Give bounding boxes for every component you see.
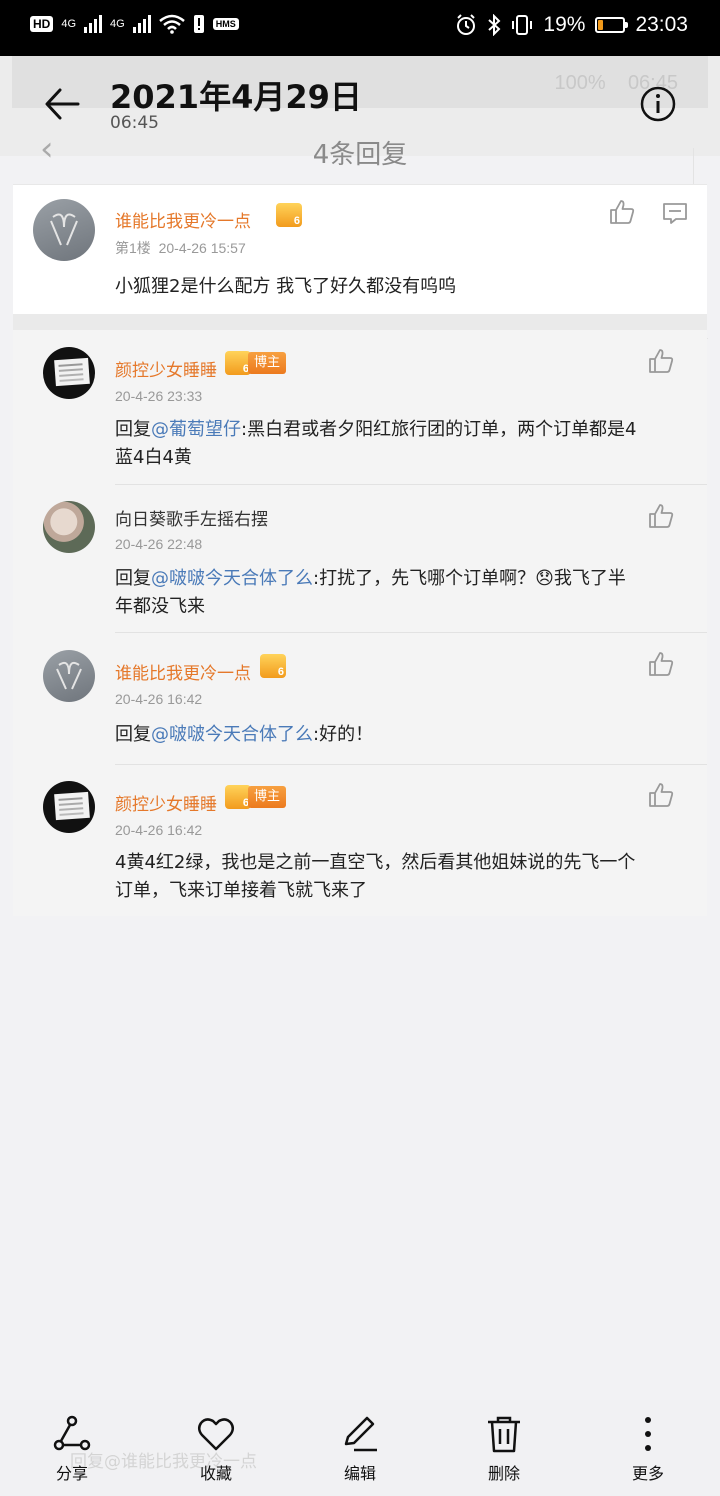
avatar[interactable] [33, 199, 95, 261]
signal-icon [84, 15, 103, 33]
reply-content: 回复@啵啵今天合体了么:好的！ [115, 724, 374, 745]
mention-link[interactable]: @啵啵今天合体了么 [151, 568, 313, 589]
reply-timestamp: 20-4-26 16:42 [115, 691, 203, 707]
alarm-icon [457, 14, 476, 35]
battery-icon [595, 17, 629, 33]
signal-label-2: 4G [110, 18, 125, 30]
vip-crown-icon [260, 654, 286, 678]
mention-link[interactable]: @啵啵今天合体了么 [151, 724, 313, 745]
trash-icon [488, 1416, 520, 1453]
share-label: 分享 [55, 1464, 88, 1483]
photo-time: 06:45 [110, 113, 159, 133]
divider [115, 764, 707, 765]
vibrate-icon [512, 15, 533, 35]
status-time: 23:03 [635, 13, 688, 36]
username[interactable]: 谁能比我更冷一点 [115, 659, 251, 684]
reply-content: 回复@啵啵今天合体了么:打扰了，先飞哪个订单啊？😞我飞了半 年都没飞来 [115, 568, 626, 617]
info-icon[interactable] [640, 86, 676, 122]
battery-percent: 19% [543, 13, 586, 36]
status-bar: HD 4G 4G HMS 19% 23:03 [0, 0, 720, 56]
reply-timestamp: 20-4-26 16:42 [115, 822, 203, 838]
edit-button[interactable]: 编辑 [315, 1414, 405, 1484]
avatar[interactable] [43, 501, 95, 553]
username[interactable]: 颜控少女睡睡 [115, 356, 217, 381]
photo-date: 2021年4月29日 [110, 78, 362, 116]
delete-button[interactable]: 删除 [459, 1414, 549, 1484]
divider [115, 484, 707, 485]
like-icon[interactable] [647, 650, 675, 678]
bluetooth-icon [488, 14, 501, 36]
avatar[interactable] [43, 781, 95, 833]
signal-label: 4G [61, 18, 77, 30]
more-button[interactable]: 更多 [603, 1414, 693, 1484]
mention-link[interactable]: @葡萄望仔 [151, 419, 241, 440]
comment-meta: 第1楼 20-4-26 15:57 [115, 240, 246, 256]
edit-label: 编辑 [343, 1464, 376, 1483]
section-separator [13, 314, 707, 330]
hd-badge: HD [30, 16, 54, 32]
like-icon[interactable] [647, 502, 675, 530]
divider [115, 632, 707, 633]
share-button[interactable]: 分享 [27, 1414, 117, 1484]
favorite-button[interactable]: 收藏 [171, 1414, 261, 1484]
like-icon[interactable] [647, 781, 675, 809]
username[interactable]: 颜控少女睡睡 [115, 790, 217, 815]
blogger-badge: 博主 [248, 786, 287, 808]
favorite-label: 收藏 [199, 1464, 232, 1483]
comment-icon[interactable] [662, 201, 688, 225]
blogger-badge: 博主 [248, 352, 287, 374]
like-icon[interactable] [647, 347, 675, 375]
status-left-icons: HD 4G 4G HMS [30, 14, 239, 34]
pencil-icon [344, 1416, 377, 1452]
hms-badge: HMS [212, 18, 239, 30]
reply-timestamp: 20-4-26 23:33 [115, 388, 203, 404]
reply-content: 回复@葡萄望仔:黑白君或者夕阳红旅行团的订单，两个订单都是4 蓝4白4黄 [115, 419, 637, 468]
avatar[interactable] [43, 650, 95, 702]
more-icon [645, 1417, 651, 1451]
status-right-icons: 19% 23:03 [455, 13, 688, 37]
ghost-title: 4条回复 [312, 140, 408, 170]
username[interactable]: 谁能比我更冷一点 [115, 207, 251, 232]
reply-content: 4黄4红2绿，我也是之前一直空飞，然后看其他姐妹说的先飞一个 订单，飞来订单接着飞… [115, 852, 636, 901]
more-label: 更多 [631, 1464, 664, 1483]
signal-icon-2 [132, 15, 151, 33]
avatar[interactable] [43, 347, 95, 399]
alert-icon [193, 15, 204, 33]
back-arrow-icon[interactable] [44, 84, 80, 124]
delete-label: 删除 [487, 1464, 520, 1483]
share-icon [53, 1415, 91, 1451]
reply-timestamp: 20-4-26 22:48 [115, 536, 203, 552]
username[interactable]: 向日葵歌手左摇右摆 [115, 505, 268, 530]
heart-icon [198, 1418, 234, 1451]
comment-content: 小狐狸2是什么配方 我飞了好久都没有呜呜 [115, 276, 457, 297]
wifi-icon [158, 14, 185, 34]
vip-crown-icon [276, 203, 302, 227]
like-icon[interactable] [608, 198, 636, 226]
